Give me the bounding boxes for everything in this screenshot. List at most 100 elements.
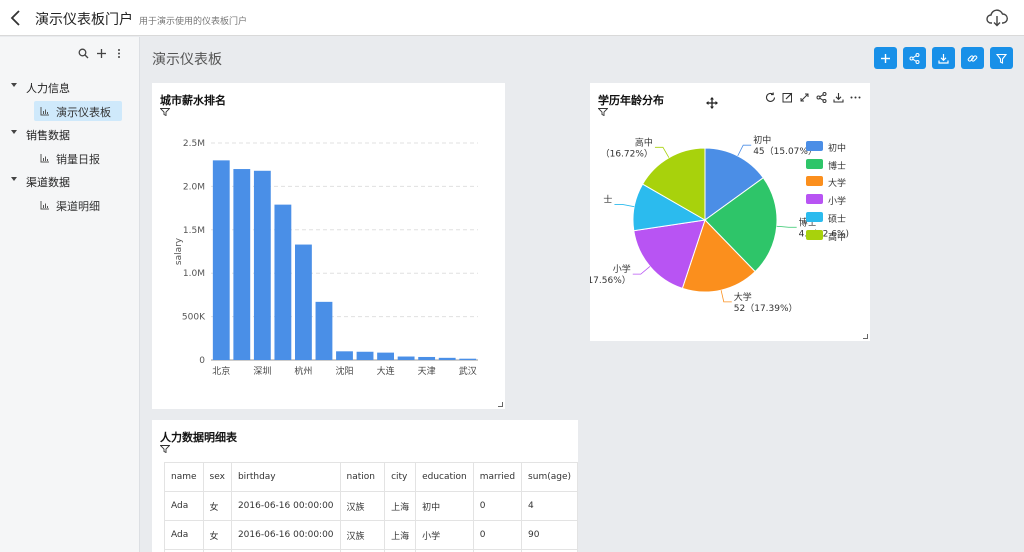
download-button[interactable]	[932, 47, 955, 69]
caret-down-icon[interactable]	[11, 177, 17, 181]
bar[interactable]	[274, 204, 292, 360]
table-cell: 0	[472, 491, 523, 521]
bar[interactable]	[418, 356, 436, 360]
slice-label: 小学	[613, 263, 631, 275]
table-viewport[interactable]: name sex birthday nation city education …	[152, 420, 578, 552]
bar[interactable]	[377, 352, 394, 360]
column-header[interactable]: birthday	[230, 462, 341, 492]
pie-chart-card[interactable]: 学历年龄分布 初中 45（15.07%） 博士 4…(22.6%) 大学 52（17.39…	[590, 83, 870, 341]
resize-handle[interactable]	[863, 334, 868, 339]
column-header[interactable]: married	[472, 462, 523, 492]
y-axis-label: salary	[174, 237, 184, 265]
column-header[interactable]: education	[415, 462, 474, 492]
x-tick-label: 天津	[418, 366, 436, 377]
legend-swatch	[806, 158, 823, 169]
link-icon	[967, 54, 978, 62]
table-row[interactable]: Ada 女 2016-06-16 00:00:00 汉族 上海 初中 0 4	[164, 491, 578, 521]
bar[interactable]	[253, 170, 271, 360]
y-tick-label: 2.0M	[183, 182, 205, 192]
bar[interactable]	[438, 357, 456, 360]
share-button[interactable]	[903, 47, 926, 69]
table-cell: Ada	[164, 491, 204, 521]
bar[interactable]	[295, 244, 312, 360]
table-cell: 女	[202, 491, 232, 521]
more-vertical-icon[interactable]	[113, 47, 125, 59]
legend-label: 小学	[828, 197, 847, 208]
table-card[interactable]: 人力数据明细表 name sex birthday nation city ed…	[152, 420, 578, 552]
label-line	[632, 266, 651, 275]
column-header[interactable]: sex	[202, 462, 232, 492]
bar[interactable]	[336, 351, 353, 360]
resize-handle[interactable]	[498, 402, 503, 407]
column-header[interactable]: sum(age)	[521, 462, 578, 492]
bar[interactable]	[315, 301, 333, 360]
filter-icon	[996, 53, 1007, 64]
tree-item-demo-dashboard[interactable]: 演示仪表板	[0, 100, 140, 121]
bar[interactable]	[397, 356, 415, 360]
y-tick-label: 0	[199, 356, 205, 366]
chart-icon	[40, 106, 49, 115]
filter-button[interactable]	[990, 47, 1013, 69]
tree-group-label: 渠道数据	[26, 176, 70, 189]
x-tick-label: 武汉	[459, 365, 477, 377]
slice-label: 高中	[635, 136, 653, 148]
tree-group-hr[interactable]: 人力信息	[0, 77, 140, 97]
back-arrow-icon[interactable]	[6, 6, 26, 30]
bar[interactable]	[212, 160, 230, 360]
caret-down-icon[interactable]	[11, 130, 17, 134]
cloud-download-icon[interactable]	[986, 8, 1008, 28]
chart-icon	[40, 200, 49, 209]
legend-label: 高中	[828, 232, 847, 243]
table-cell: 女	[202, 520, 232, 550]
label-line	[614, 204, 635, 208]
table-cell: 初中	[415, 491, 474, 521]
data-table: name sex birthday nation city education …	[164, 462, 578, 552]
app-header: 演示仪表板门户 用于演示使用的仪表板门户	[0, 0, 1024, 36]
slice-value-label: （16.72%）	[601, 148, 653, 159]
x-tick-label: 北京	[212, 365, 230, 377]
tree-group-label: 人力信息	[26, 82, 70, 95]
column-header[interactable]: city	[384, 462, 417, 492]
link-button[interactable]	[961, 47, 984, 69]
column-header[interactable]: nation	[339, 462, 386, 492]
dashboard-tree: 人力信息 演示仪表板 销售数据 销量日报 渠道数据 渠道明细	[0, 77, 140, 218]
table-cell: 2016-06-16 00:00:00	[230, 491, 341, 521]
tree-group-channel[interactable]: 渠道数据	[0, 171, 140, 191]
table-header-row: name sex birthday nation city education …	[164, 462, 578, 492]
legend-swatch	[806, 229, 823, 240]
dashboard-title: 演示仪表板	[152, 52, 222, 68]
tree-item-label: 演示仪表板	[56, 105, 111, 119]
table-row[interactable]: Ada 女 2016-06-16 00:00:00 汉族 上海 小学 0 90	[164, 520, 578, 550]
bar[interactable]	[233, 169, 251, 360]
legend-label: 大学	[828, 179, 847, 190]
bar[interactable]	[356, 351, 374, 360]
label-line	[737, 144, 752, 157]
legend-swatch	[806, 194, 823, 205]
chart-icon	[40, 153, 49, 162]
legend-swatch	[806, 176, 823, 187]
tree-item-channel-detail[interactable]: 渠道明细	[0, 195, 140, 215]
table-cell: 2016-06-16 00:00:00	[230, 520, 341, 550]
tree-item-label: 渠道明细	[56, 199, 100, 213]
add-widget-button[interactable]	[874, 47, 897, 69]
move-icon[interactable]	[706, 97, 718, 109]
y-tick-label: 1.0M	[183, 269, 205, 279]
y-tick-label: 2.5M	[183, 139, 205, 149]
tree-item-label: 销量日报	[56, 152, 100, 166]
add-icon[interactable]	[95, 47, 107, 59]
table-cell: 上海	[384, 491, 417, 521]
tree-item-sales-daily[interactable]: 销量日报	[0, 148, 140, 168]
tree-group-label: 销售数据	[26, 129, 70, 142]
column-header[interactable]: name	[164, 462, 204, 492]
legend-label: 初中	[828, 144, 847, 154]
bar-chart-card[interactable]: 城市薪水排名 0 500K 1.0M 1.5M 2.0M 2.5M salary 北京 深圳 杭州…	[152, 83, 505, 409]
search-icon[interactable]	[77, 47, 89, 59]
table-cell: 0	[472, 520, 523, 550]
dashboard-actions	[874, 47, 1013, 69]
share-icon	[909, 52, 920, 64]
table-cell: Ada	[164, 520, 204, 550]
legend-swatch	[806, 211, 823, 222]
caret-down-icon[interactable]	[11, 83, 17, 87]
bar[interactable]	[459, 358, 477, 360]
tree-group-sales[interactable]: 销售数据	[0, 124, 140, 144]
